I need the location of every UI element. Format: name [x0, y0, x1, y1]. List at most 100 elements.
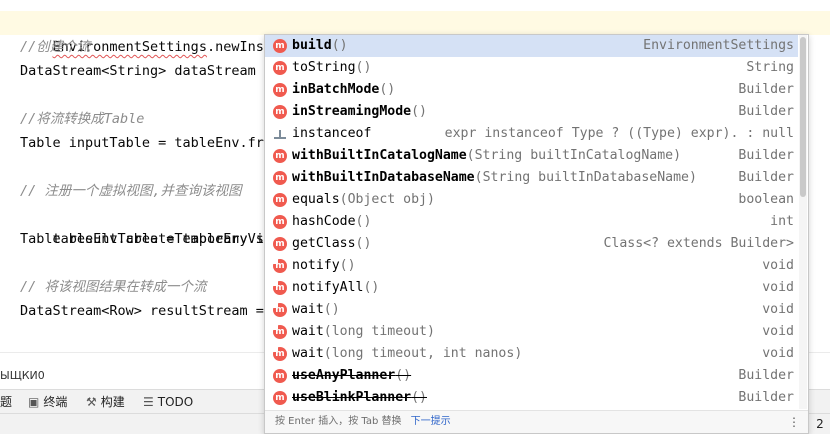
tool-window-build[interactable]: ⚒ 构建: [86, 390, 125, 414]
completion-item-name: hashCode(): [292, 211, 371, 233]
completion-item[interactable]: m withBuiltInDatabaseName(String builtInD…: [265, 167, 798, 189]
method-name: useAnyPlanner: [292, 368, 396, 383]
method-icon: m: [273, 39, 287, 53]
completion-list: m build() EnvironmentSettings m toString() St…: [265, 35, 798, 409]
completion-item-name: inStreamingMode(): [292, 101, 427, 123]
completion-item[interactable]: m wait() void: [265, 299, 798, 321]
tool-window-label: 终端: [43, 395, 68, 409]
method-icon: m: [273, 61, 287, 75]
method-icon: m: [273, 193, 287, 207]
method-signature: (Object obj): [339, 192, 435, 207]
return-type: EnvironmentSettings: [643, 38, 794, 53]
tool-window-label: 构建: [100, 395, 125, 409]
method-signature: (): [411, 104, 427, 119]
method-signature: (): [355, 214, 372, 229]
completion-item[interactable]: m notify() void: [265, 255, 798, 277]
completion-item-name: equals(Object obj): [292, 189, 435, 211]
method-icon: m: [273, 105, 287, 119]
template-icon: [273, 126, 287, 142]
code-line[interactable]: DataStream<Row> resultStream =: [20, 299, 272, 323]
list-icon: ☰: [143, 395, 154, 409]
completion-item[interactable]: m inBatchMode() Builder: [265, 79, 798, 101]
completion-item[interactable]: m inStreamingMode() Builder: [265, 101, 798, 123]
code-comment[interactable]: // 注册一个虚拟视图,并查询该视图: [20, 179, 242, 203]
method-name: useBlinkPlanner: [292, 390, 412, 405]
method-signature: (): [323, 302, 340, 317]
method-name: notifyAll: [292, 280, 364, 295]
scrollbar-thumb[interactable]: [800, 37, 806, 197]
completion-scrollbar[interactable]: [799, 35, 807, 409]
return-type: Builder: [738, 104, 794, 119]
return-type: expr instanceof Type ? ((Type) expr). : …: [444, 126, 794, 141]
method-signature: (): [355, 60, 372, 75]
completion-item[interactable]: m notifyAll() void: [265, 277, 798, 299]
completion-item[interactable]: m getClass() Class<? extends Builder>: [265, 233, 798, 255]
completion-item[interactable]: instanceof expr instanceof Type ? ((Type)…: [265, 123, 798, 145]
completion-item-name: useBlinkPlanner(): [292, 387, 427, 409]
completion-item-name: notify(): [292, 255, 356, 277]
more-options-icon[interactable]: ⋮: [788, 411, 800, 433]
method-signature: (): [395, 368, 412, 383]
method-name: hashCode: [292, 214, 356, 229]
return-type: String: [746, 60, 794, 75]
completion-item[interactable]: m equals(Object obj) boolean: [265, 189, 798, 211]
method-signature: (): [339, 258, 356, 273]
return-type: Builder: [738, 170, 794, 185]
completion-item-name: useAnyPlanner(): [292, 365, 411, 387]
return-type: int: [770, 214, 794, 229]
code-line[interactable]: Table resultTable = tableEnv.sq: [20, 227, 272, 251]
method-signature: (): [331, 38, 348, 53]
method-icon: m: [273, 215, 287, 229]
terminal-icon: ▣: [28, 395, 40, 409]
completion-item-name: getClass(): [292, 233, 371, 255]
method-signature: (): [379, 82, 396, 97]
method-signature: (long timeout): [323, 324, 435, 339]
completion-item-name: toString(): [292, 57, 371, 79]
completion-item[interactable]: m build() EnvironmentSettings: [265, 35, 798, 57]
method-icon: m: [273, 171, 287, 185]
code-comment[interactable]: //将流转换成Table: [20, 107, 144, 131]
method-signature: (): [355, 236, 372, 251]
return-type: Class<? extends Builder>: [603, 236, 794, 251]
code-line-1[interactable]: EnvironmentSettings.newInstance().;: [20, 11, 340, 55]
completion-item[interactable]: m useBlinkPlanner() Builder: [265, 387, 798, 409]
clipped-text: ЫЩКИ0: [0, 369, 45, 382]
method-signature: (String builtInCatalogName): [466, 148, 682, 163]
method-signature: (long timeout, int nanos): [323, 346, 523, 361]
method-name: wait: [292, 346, 324, 361]
code-comment[interactable]: //创建个流: [20, 35, 90, 59]
completion-item-name: wait(long timeout, int nanos): [292, 343, 522, 365]
completion-item-name: withBuiltInCatalogName(String builtInCat…: [292, 145, 681, 167]
next-tip-link[interactable]: 下一提示: [411, 416, 451, 427]
tool-window-terminal[interactable]: ▣ 终端: [28, 390, 67, 414]
method-name: build: [292, 38, 332, 53]
completion-item[interactable]: m toString() String: [265, 57, 798, 79]
completion-item[interactable]: m hashCode() int: [265, 211, 798, 233]
completion-item[interactable]: m wait(long timeout) void: [265, 321, 798, 343]
completion-item-name: wait(): [292, 299, 340, 321]
tool-window-todo[interactable]: ☰ TODO: [143, 390, 193, 414]
return-type: void: [762, 280, 794, 295]
return-type: Builder: [738, 368, 794, 383]
code-completion-popup[interactable]: m build() EnvironmentSettings m toString() St…: [264, 34, 809, 434]
code-line[interactable]: Table inputTable = tableEnv.fro: [20, 131, 272, 155]
completion-item[interactable]: m wait(long timeout, int nanos) void: [265, 343, 798, 365]
completion-footer: 按 Enter 插入，按 Tab 替换 下一提示 ⋮: [265, 410, 808, 433]
completion-item-name: inBatchMode(): [292, 79, 395, 101]
completion-item[interactable]: m useAnyPlanner() Builder: [265, 365, 798, 387]
method-name: instanceof: [292, 126, 372, 141]
completion-item[interactable]: m withBuiltInCatalogName(String builtInCa…: [265, 145, 798, 167]
code-comment[interactable]: // 将该视图结果在转成一个流: [20, 275, 206, 299]
method-icon: m: [273, 237, 287, 251]
method-signature: (): [411, 390, 427, 405]
method-icon: m: [272, 302, 287, 317]
return-type: void: [762, 302, 794, 317]
tool-window-problems[interactable]: 题: [0, 390, 12, 414]
method-name: notify: [292, 258, 340, 273]
method-name: wait: [292, 324, 324, 339]
method-name: inBatchMode: [292, 82, 380, 97]
return-type: Builder: [738, 148, 794, 163]
method-icon: m: [272, 346, 287, 361]
status-widget[interactable]: 2: [810, 414, 830, 434]
code-line[interactable]: DataStream<String> dataStream =: [20, 59, 280, 83]
